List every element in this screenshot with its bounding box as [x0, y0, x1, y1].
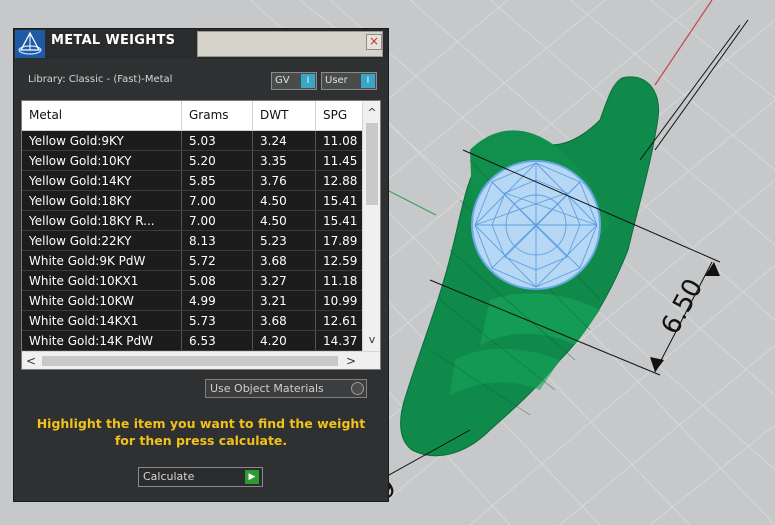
close-icon[interactable]: ×: [366, 34, 382, 50]
library-label: Library: Classic - (Fast)-Metal: [28, 74, 173, 85]
app-logo-icon: [15, 30, 45, 58]
column-header-dwt[interactable]: DWT: [253, 101, 316, 130]
cell-metal: Yellow Gold:14KY: [22, 171, 182, 190]
table-row[interactable]: White Gold:10KW 4.99 3.21 10.99: [22, 291, 362, 311]
cell-dwt: 3.76: [253, 171, 316, 190]
table-row[interactable]: White Gold:10KX1 5.08 3.27 11.18: [22, 271, 362, 291]
cell-grams: 5.20: [182, 151, 253, 170]
vertical-scroll-thumb[interactable]: [366, 123, 378, 205]
cell-grams: 6.53: [182, 331, 253, 350]
panel-titlebar[interactable]: METAL WEIGHTS ×: [14, 29, 388, 59]
cell-spg: 11.18: [323, 274, 358, 288]
cell-metal: Yellow Gold:22KY: [22, 231, 182, 250]
cell-spg: 17.89: [323, 234, 358, 248]
table-header: Metal Grams DWT SPG: [22, 101, 362, 131]
cell-spg: 15.41: [323, 194, 358, 208]
cell-grams: 5.03: [182, 131, 253, 150]
panel-title: METAL WEIGHTS: [51, 33, 176, 48]
cell-spg: 15.41: [323, 214, 358, 228]
cell-metal: Yellow Gold:10KY: [22, 151, 182, 170]
cell-metal: Yellow Gold:18KY: [22, 191, 182, 210]
vertical-scrollbar[interactable]: ^ v: [362, 101, 380, 351]
cell-dwt: 3.27: [253, 271, 316, 290]
horizontal-scrollbar[interactable]: < >: [22, 351, 380, 369]
cell-grams: 5.73: [182, 311, 253, 330]
scroll-down-icon[interactable]: v: [363, 331, 380, 348]
title-tab-area: [197, 31, 383, 57]
cell-metal: Yellow Gold:18KY R...: [22, 211, 182, 230]
cell-dwt: 3.68: [253, 311, 316, 330]
cell-metal: White Gold:9K PdW: [22, 251, 182, 270]
cell-dwt: 3.35: [253, 151, 316, 170]
user-toggle-knob: I: [361, 74, 375, 88]
cell-spg: 14.37: [323, 334, 358, 348]
cell-metal: White Gold:10KW: [22, 291, 182, 310]
cell-spg: 11.45: [323, 154, 358, 168]
table-row[interactable]: Yellow Gold:18KY R... 7.00 4.50 15.41: [22, 211, 362, 231]
radio-icon[interactable]: [351, 382, 364, 395]
table-row[interactable]: Yellow Gold:14KY 5.85 3.76 12.88: [22, 171, 362, 191]
scroll-up-icon[interactable]: ^: [363, 104, 380, 121]
table-row[interactable]: Yellow Gold:9KY 5.03 3.24 11.08: [22, 131, 362, 151]
user-toggle-label: User: [325, 75, 348, 86]
scroll-left-icon[interactable]: <: [22, 352, 40, 369]
cell-spg: 12.59: [323, 254, 358, 268]
cell-metal: White Gold:14K PdW: [22, 331, 182, 350]
cell-dwt: 4.50: [253, 211, 316, 230]
table-row[interactable]: White Gold:14K PdW 6.53 4.20 14.37: [22, 331, 362, 351]
cell-grams: 5.08: [182, 271, 253, 290]
table-row[interactable]: White Gold:9K PdW 5.72 3.68 12.59: [22, 251, 362, 271]
cell-metal: White Gold:14KX1: [22, 311, 182, 330]
cell-grams: 5.85: [182, 171, 253, 190]
scroll-right-icon[interactable]: >: [342, 352, 360, 369]
cell-grams: 4.99: [182, 291, 253, 310]
table-row[interactable]: Yellow Gold:10KY 5.20 3.35 11.45: [22, 151, 362, 171]
table-body: Yellow Gold:9KY 5.03 3.24 11.08 Yellow G…: [22, 131, 362, 351]
gemstone-model[interactable]: [471, 160, 601, 290]
cell-spg: 12.88: [323, 174, 358, 188]
table-row[interactable]: White Gold:14KX1 5.73 3.68 12.61: [22, 311, 362, 331]
gv-toggle[interactable]: GV I: [271, 72, 317, 90]
cell-spg: 11.08: [323, 134, 358, 148]
cell-grams: 8.13: [182, 231, 253, 250]
table-row[interactable]: Yellow Gold:18KY 7.00 4.50 15.41: [22, 191, 362, 211]
metal-weights-panel: METAL WEIGHTS × Library: Classic - (Fast…: [13, 28, 389, 502]
cell-dwt: 4.50: [253, 191, 316, 210]
cell-metal: White Gold:10KX1: [22, 271, 182, 290]
cell-dwt: 3.68: [253, 251, 316, 270]
calculate-label: Calculate: [143, 470, 195, 483]
gv-toggle-label: GV: [275, 75, 290, 86]
metal-table[interactable]: Metal Grams DWT SPG Yellow Gold:9KY 5.03…: [21, 100, 381, 370]
use-object-materials-toggle[interactable]: Use Object Materials: [205, 379, 367, 398]
table-row[interactable]: Yellow Gold:22KY 8.13 5.23 17.89: [22, 231, 362, 251]
horizontal-scroll-thumb[interactable]: [42, 356, 338, 366]
instruction-text: Highlight the item you want to find the …: [36, 416, 366, 448]
column-header-spg[interactable]: SPG: [316, 101, 362, 130]
cell-spg: 10.99: [323, 294, 358, 308]
gv-toggle-knob: I: [301, 74, 315, 88]
user-toggle[interactable]: User I: [321, 72, 377, 90]
column-header-metal[interactable]: Metal: [22, 101, 182, 130]
cell-grams: 7.00: [182, 191, 253, 210]
cell-grams: 7.00: [182, 211, 253, 230]
column-header-grams[interactable]: Grams: [182, 101, 253, 130]
cell-spg: 12.61: [323, 314, 358, 328]
play-icon[interactable]: ▶: [245, 470, 259, 484]
use-object-materials-label: Use Object Materials: [210, 382, 324, 395]
cell-dwt: 3.21: [253, 291, 316, 310]
cell-dwt: 5.23: [253, 231, 316, 250]
cell-metal: Yellow Gold:9KY: [22, 131, 182, 150]
cell-dwt: 3.24: [253, 131, 316, 150]
calculate-button[interactable]: Calculate ▶: [138, 467, 263, 487]
cell-grams: 5.72: [182, 251, 253, 270]
cell-dwt: 4.20: [253, 331, 316, 350]
